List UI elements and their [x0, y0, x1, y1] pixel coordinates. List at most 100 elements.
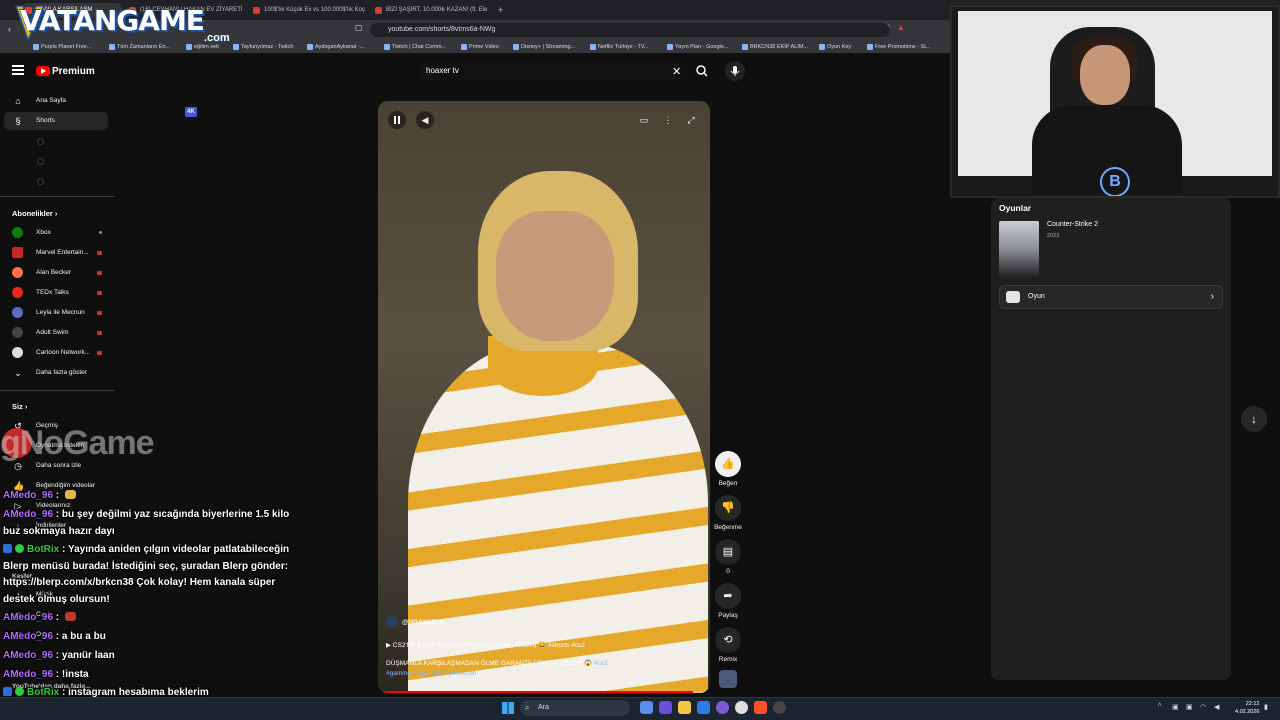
chevron-down-icon: ⌄	[14, 368, 22, 378]
share-button[interactable]: ➦ Paylaş	[714, 583, 742, 619]
clear-search-icon[interactable]: ✕	[672, 65, 681, 78]
subscription-item[interactable]: TEDx Talks	[4, 284, 108, 302]
chat-message: AMedo_96 : yanıür laan	[3, 648, 308, 665]
you-section-header[interactable]: Siz ›	[12, 402, 27, 411]
bookmark-item[interactable]: Prime Video	[460, 41, 499, 53]
comments-button[interactable]: ▤ 0	[714, 539, 742, 575]
chat-separator: :	[53, 669, 62, 680]
hashtag[interactable]: #cs2	[594, 660, 608, 667]
subscription-item[interactable]: Alan Becker	[4, 264, 108, 282]
share-arrow-icon: ➦	[715, 583, 741, 609]
subscription-item[interactable]: Xbox	[4, 224, 108, 242]
sound-thumbnail[interactable]	[719, 670, 737, 688]
dislike-label: Beğenme	[714, 524, 742, 531]
hamburger-menu-icon[interactable]	[12, 65, 24, 75]
gaming-button[interactable]: Oyun ›	[999, 285, 1223, 309]
bookmark-item[interactable]: Netflix Türkiye - TV...	[589, 41, 649, 53]
discord-icon[interactable]	[716, 701, 729, 714]
dislike-button[interactable]: 👎 Beğenme	[714, 495, 742, 531]
sidebar-item-home[interactable]: ⌂ Ana Sayfa	[4, 92, 108, 110]
remix-label: Remix	[718, 656, 738, 663]
bookmark-item[interactable]: Purple Planet Free...	[32, 41, 91, 53]
file-explorer-icon[interactable]	[678, 701, 691, 714]
task-view-icon[interactable]	[640, 701, 653, 714]
bookmark-item[interactable]: AydoganAykanat -...	[306, 41, 364, 53]
live-icon	[97, 291, 102, 295]
subscription-item[interactable]: Adult Swim	[4, 324, 108, 342]
subscription-item[interactable]: Cartoon Network...	[4, 344, 108, 362]
tedx-avatar-icon	[12, 287, 23, 298]
voice-search-button[interactable]	[725, 61, 745, 81]
mail-icon[interactable]	[697, 701, 710, 714]
verified-badge-icon	[15, 687, 24, 696]
bookmark-item[interactable]: Tüm Zamanların En...	[108, 41, 170, 53]
bookmark-icon[interactable]: ☐	[355, 24, 362, 33]
search-input[interactable]: hoaxer tv	[418, 61, 688, 81]
video-progress-fill	[378, 691, 694, 693]
video-progress-bar[interactable]	[378, 691, 710, 693]
chrome-icon[interactable]	[735, 701, 748, 714]
volume-icon[interactable]: ◀	[1214, 703, 1223, 712]
taskbar-clock[interactable]: 22:12 4.02.2026	[1235, 700, 1259, 716]
chat-username: AMedo_96	[3, 650, 54, 661]
game-cover-image[interactable]	[999, 221, 1039, 277]
new-tab-button[interactable]: +	[496, 3, 508, 18]
next-short-button[interactable]: ↓	[1241, 406, 1267, 432]
bookmark-item[interactable]: Free Promotions - St...	[866, 41, 930, 53]
pause-icon[interactable]	[388, 111, 406, 129]
vatangame-logo-suffix: .com	[204, 32, 230, 44]
remix-icon: ⟲	[715, 627, 741, 653]
tray-app-icon[interactable]: ▣	[1172, 703, 1181, 712]
gamepad-icon	[1006, 291, 1020, 303]
chat-text: a bu a bu	[61, 631, 106, 642]
tray-app-icon[interactable]: ▣	[1186, 703, 1195, 712]
volume-icon[interactable]: ◀	[416, 111, 434, 129]
show-more-button[interactable]: ⌄ Daha fazla göster	[4, 364, 108, 382]
youtube-logo-icon[interactable]	[36, 66, 50, 76]
game-year: 2023	[1047, 233, 1060, 239]
subscription-item[interactable]: Marvel Entertain...	[4, 244, 108, 262]
share-label: Paylaş	[718, 612, 738, 619]
video-title[interactable]: ▶ CS2'DE KALBİ DURAN OYUNCU (SONU FACİA)…	[386, 641, 585, 649]
brave-icon[interactable]	[754, 701, 767, 714]
fullscreen-icon[interactable]: ⤢	[684, 113, 698, 127]
live-icon	[97, 331, 102, 335]
tray-chevron-icon[interactable]: ^	[1158, 703, 1167, 712]
chat-username: BotRix	[27, 544, 60, 555]
bookmark-item[interactable]: Oyun Key	[818, 41, 851, 53]
taskbar-search[interactable]: ⌕ Ara	[520, 700, 630, 716]
shorts-video-player[interactable]: ◀ ▭ ⋮ ⤢ @HOAXERTV ▶ CS2'DE KALBİ DURAN O…	[378, 101, 710, 693]
copilot-icon[interactable]	[659, 701, 672, 714]
notifications-icon[interactable]: ▮	[1264, 703, 1273, 712]
wifi-icon[interactable]: ◠	[1200, 703, 1209, 712]
subscription-label: Alan Becker	[36, 269, 72, 276]
subscription-item[interactable]: Leyla ile Mecnun	[4, 304, 108, 322]
search-button[interactable]	[690, 61, 714, 81]
microphone-icon	[730, 66, 740, 76]
youtube-favicon-icon	[253, 7, 260, 14]
browser-tab[interactable]: BİZİ ŞAŞIRT, 10.000₺ KAZAN! (ft. Ele	[372, 3, 490, 18]
remix-button[interactable]: ⟲ Remix	[714, 627, 742, 663]
back-icon[interactable]: ‹	[8, 24, 11, 34]
bookmark-item[interactable]: Yayın Plan - Google...	[666, 41, 728, 53]
sidebar-item-shorts[interactable]: § Shorts	[4, 112, 108, 130]
bookmark-item[interactable]: Disney+ | Streaming...	[512, 41, 575, 53]
bookmark-item[interactable]: Twitch | Chat Comm...	[383, 41, 446, 53]
hd-badge-icon[interactable]: 4K	[185, 107, 197, 117]
browser-tab[interactable]: 100$'lık Küçük Ev vs 100.000$'lık Koç	[250, 3, 368, 18]
game-name[interactable]: Counter-Strike 2	[1047, 221, 1098, 228]
like-button[interactable]: 👍 Beğen	[714, 451, 742, 487]
rewards-icon[interactable]: ▲	[897, 23, 905, 32]
more-options-icon[interactable]: ⋮	[661, 113, 675, 127]
obs-icon[interactable]	[773, 701, 786, 714]
video-hashtags[interactable]: #gaming #brkcn38 #oyunmizah	[386, 670, 476, 677]
youtube-premium-logo[interactable]: Premium	[52, 66, 95, 77]
channel-name[interactable]: @HOAXERTV	[386, 616, 444, 628]
captions-icon[interactable]: ▭	[637, 113, 651, 127]
bookmark-item[interactable]: BRKCN38 EKİP ALIM...	[741, 41, 808, 53]
bookmark-item[interactable]: Tayfunyılmaz - Twitch	[232, 41, 293, 53]
url-field[interactable]: youtube.com/shorts/8vtms6a-NWg	[370, 23, 890, 37]
subscription-label: TEDx Talks	[36, 289, 69, 296]
subscriptions-header[interactable]: Abonelikler ›	[12, 209, 57, 218]
windows-start-icon[interactable]	[502, 702, 514, 714]
